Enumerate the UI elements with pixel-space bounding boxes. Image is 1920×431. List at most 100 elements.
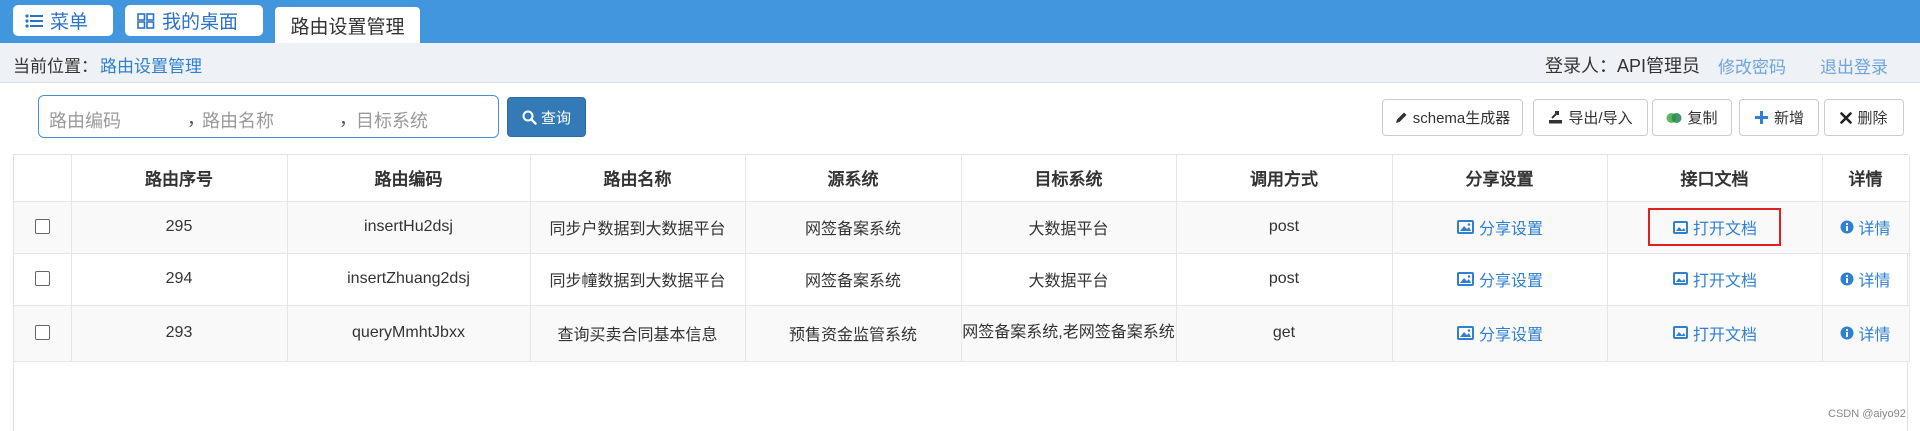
row-checkbox[interactable] (34, 325, 50, 341)
menu-button[interactable]: 菜单 (13, 5, 113, 36)
copy-button[interactable]: 复制 (1652, 99, 1732, 136)
add-label: 新增 (1773, 110, 1804, 127)
cell-seq: 293 (71, 305, 288, 362)
schema-label: schema生成器 (1412, 110, 1511, 127)
route-code-placeholder: 路由编码 (49, 111, 121, 131)
schema-generator-button[interactable]: schema生成器 (1382, 99, 1523, 136)
pencil-icon (1395, 111, 1408, 124)
image-icon (1456, 271, 1474, 286)
desktop-label: 我的桌面 (162, 12, 239, 33)
cell-code: insertHu2dsj (287, 201, 531, 254)
info-icon (1840, 220, 1854, 234)
query-label: 查询 (540, 109, 571, 127)
table-header-row: 路由序号 路由编码 路由名称 源系统 目标系统 调用方式 分享设置 接口文档 详… (14, 155, 1910, 202)
header-route-name: 路由名称 (530, 155, 746, 202)
header-route-seq: 路由序号 (71, 155, 288, 202)
route-name-placeholder: 路由名称 (202, 111, 274, 131)
grid-icon (137, 12, 155, 29)
open-doc-link[interactable]: 打开文档 (1672, 267, 1757, 291)
x-icon (1840, 111, 1853, 124)
doc-label: 打开文档 (1692, 221, 1757, 238)
image-icon (1672, 272, 1688, 286)
breadcrumb-label: 当前位置： (13, 57, 98, 76)
share-settings-link[interactable]: 分享设置 (1456, 321, 1543, 345)
cell-method: post (1176, 201, 1393, 254)
cell-name: 同步幢数据到大数据平台 (530, 253, 746, 306)
share-label: 分享设置 (1478, 220, 1543, 238)
my-desktop-button[interactable]: 我的桌面 (125, 5, 263, 36)
change-password-link[interactable]: 修改密码 (1718, 53, 1786, 78)
export-import-label: 导出/导入 (1568, 110, 1633, 127)
header-share-settings: 分享设置 (1392, 155, 1608, 202)
breadcrumb-bar: 当前位置： 路由设置管理 登录人：API管理员 修改密码 退出登录 (0, 43, 1920, 83)
image-icon (1672, 326, 1688, 340)
select-all-header (14, 155, 72, 202)
row-checkbox[interactable] (34, 271, 50, 287)
table-row: 293 queryMmhtJbxx 查询买卖合同基本信息 预售资金监管系统 网签… (14, 305, 1910, 362)
header-api-doc: 接口文档 (1607, 155, 1823, 202)
cell-seq: 295 (71, 201, 288, 254)
breadcrumb-current[interactable]: 路由设置管理 (100, 52, 202, 77)
copy-icon (1666, 112, 1682, 124)
share-settings-link[interactable]: 分享设置 (1456, 267, 1543, 291)
share-label: 分享设置 (1478, 326, 1543, 344)
detail-link[interactable]: 详情 (1840, 267, 1891, 291)
detail-link[interactable]: 详情 (1840, 321, 1891, 345)
cell-code: queryMmhtJbxx (287, 305, 531, 362)
export-icon (1548, 110, 1563, 125)
cell-seq: 294 (71, 253, 288, 306)
cell-target: 大数据平台 (961, 201, 1177, 254)
detail-label: 详情 (1858, 327, 1891, 344)
header-source-system: 源系统 (745, 155, 962, 202)
header-detail: 详情 (1822, 155, 1910, 202)
route-table: 路由序号 路由编码 路由名称 源系统 目标系统 调用方式 分享设置 接口文档 详… (13, 154, 1910, 431)
cell-source: 网签备案系统 (745, 253, 962, 306)
watermark: CSDN @aiyo92 (1828, 408, 1906, 420)
cell-name: 同步户数据到大数据平台 (530, 201, 746, 254)
query-button[interactable]: 查询 (507, 97, 586, 137)
table-row: 295 insertHu2dsj 同步户数据到大数据平台 网签备案系统 大数据平… (14, 201, 1910, 254)
cell-source: 网签备案系统 (745, 201, 962, 254)
menu-label: 菜单 (50, 12, 89, 33)
detail-link[interactable]: 详情 (1840, 215, 1891, 239)
share-label: 分享设置 (1478, 272, 1543, 290)
list-icon (25, 13, 43, 29)
doc-label: 打开文档 (1692, 326, 1757, 344)
delete-label: 删除 (1857, 110, 1888, 127)
info-icon (1840, 272, 1854, 286)
delete-button[interactable]: 删除 (1824, 99, 1904, 136)
logout-link[interactable]: 退出登录 (1820, 53, 1888, 78)
info-icon (1840, 326, 1854, 340)
detail-label: 详情 (1858, 273, 1891, 290)
header-call-method: 调用方式 (1176, 155, 1393, 202)
separator: ， (339, 109, 357, 129)
header-target-system: 目标系统 (961, 155, 1177, 202)
cell-source: 预售资金监管系统 (745, 305, 962, 362)
share-settings-link[interactable]: 分享设置 (1456, 215, 1543, 239)
header-route-code: 路由编码 (287, 155, 531, 202)
search-input[interactable]: 路由编码 ， 路由名称 ， 目标系统 (38, 95, 499, 138)
export-import-button[interactable]: 导出/导入 (1533, 99, 1648, 136)
cell-target: 网签备案系统,老网签备案系统 (961, 305, 1177, 362)
top-nav-bar: 菜单 我的桌面 路由设置管理 (0, 0, 1920, 43)
cell-code: insertZhuang2dsj (287, 253, 531, 306)
search-icon (522, 110, 537, 125)
target-system-placeholder: 目标系统 (356, 111, 428, 131)
table-row: 294 insertZhuang2dsj 同步幢数据到大数据平台 网签备案系统 … (14, 253, 1910, 306)
cell-name: 查询买卖合同基本信息 (530, 305, 746, 362)
cell-target: 大数据平台 (961, 253, 1177, 306)
detail-label: 详情 (1858, 221, 1891, 238)
cell-method: post (1176, 253, 1393, 306)
open-doc-link[interactable]: 打开文档 (1647, 208, 1782, 246)
row-checkbox[interactable] (34, 219, 50, 235)
cell-method: get (1176, 305, 1393, 362)
login-user: 登录人：API管理员 (1545, 56, 1701, 76)
add-button[interactable]: 新增 (1739, 99, 1819, 136)
image-icon (1456, 325, 1474, 340)
tab-route-settings[interactable]: 路由设置管理 (275, 7, 420, 43)
plus-icon (1754, 110, 1769, 125)
image-icon (1672, 220, 1688, 234)
doc-label: 打开文档 (1692, 272, 1757, 290)
image-icon (1456, 219, 1474, 234)
open-doc-link[interactable]: 打开文档 (1672, 321, 1757, 345)
